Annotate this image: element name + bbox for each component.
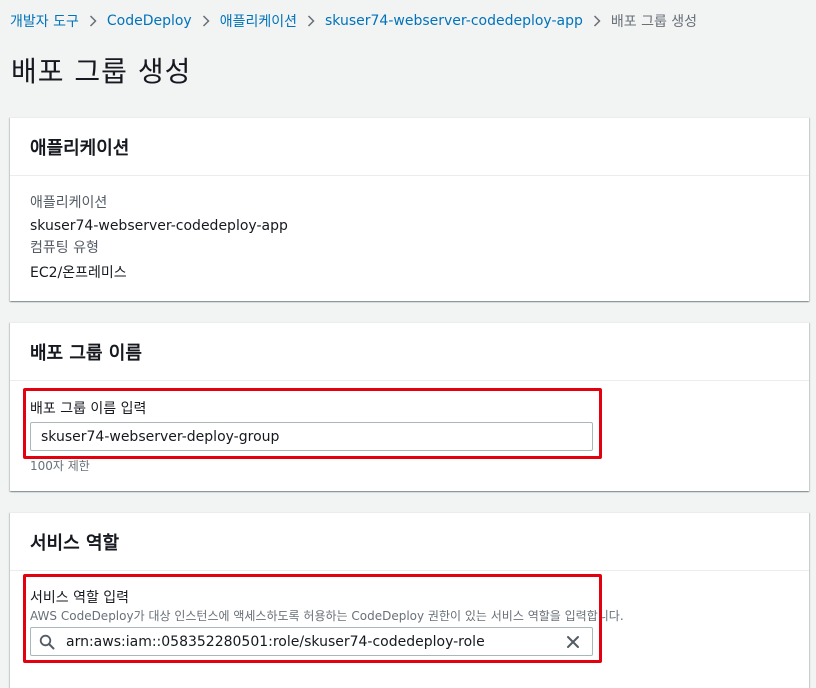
service-role-description: AWS CodeDeploy가 대상 인스턴스에 액세스하도록 허용하는 Cod…	[30, 609, 624, 623]
breadcrumb-developer-tools[interactable]: 개발자 도구	[10, 11, 79, 31]
application-label: 애플리케이션	[30, 195, 108, 211]
deployment-group-name-panel: 배포 그룹 이름 배포 그룹 이름 입력 skuser74-webserver-…	[10, 322, 809, 491]
compute-platform-value: EC2/온프레미스	[30, 265, 127, 281]
breadcrumb-codedeploy[interactable]: CodeDeploy	[107, 13, 192, 29]
search-icon	[39, 633, 61, 651]
breadcrumb-current: 배포 그룹 생성	[610, 14, 698, 30]
page-title: 배포 그룹 생성	[11, 55, 192, 88]
compute-platform-label: 컴퓨팅 유형	[30, 240, 99, 256]
close-icon[interactable]	[564, 633, 582, 651]
deployment-group-name-label: 배포 그룹 이름 입력	[30, 401, 147, 417]
deployment-group-name-value: skuser74-webserver-deploy-group	[41, 428, 280, 445]
breadcrumb-applications[interactable]: 애플리케이션	[220, 11, 297, 31]
service-role-value: arn:aws:iam::058352280501:role/skuser74-…	[66, 633, 485, 650]
service-role-label: 서비스 역할 입력	[30, 590, 130, 606]
application-panel: 애플리케이션 애플리케이션 skuser74-webserver-codedep…	[10, 117, 809, 301]
application-value: skuser74-webserver-codedeploy-app	[30, 218, 288, 234]
breadcrumb: 개발자 도구 CodeDeploy 애플리케이션 skuser74-webser…	[10, 11, 697, 31]
chevron-right-icon	[79, 12, 107, 30]
application-panel-title: 애플리케이션	[10, 118, 809, 176]
deployment-group-name-input[interactable]: skuser74-webserver-deploy-group	[30, 422, 593, 451]
service-role-title: 서비스 역할	[10, 513, 809, 571]
service-role-input[interactable]: arn:aws:iam::058352280501:role/skuser74-…	[30, 627, 593, 656]
chevron-right-icon	[192, 12, 220, 30]
service-role-panel: 서비스 역할 서비스 역할 입력 AWS CodeDeploy가 대상 인스턴스…	[10, 512, 809, 688]
breadcrumb-app-name[interactable]: skuser74-webserver-codedeploy-app	[325, 13, 583, 29]
deployment-group-name-constraint: 100자 제한	[30, 459, 90, 473]
chevron-right-icon	[583, 12, 611, 30]
deployment-group-name-title: 배포 그룹 이름	[10, 323, 809, 381]
chevron-right-icon	[297, 12, 325, 30]
